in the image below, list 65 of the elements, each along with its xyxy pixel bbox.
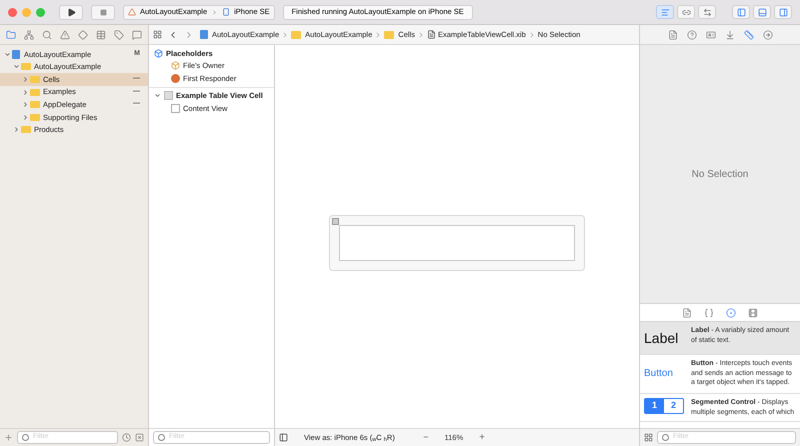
folder-icon (384, 30, 394, 38)
app-icon (128, 8, 136, 16)
panel-toggle-button[interactable] (774, 5, 792, 19)
label-preview: Label (644, 329, 680, 348)
no-selection-text: No Selection (692, 168, 748, 182)
editor-mode-button[interactable] (656, 5, 674, 19)
cube-icon (171, 61, 180, 70)
panel-toggle-button[interactable] (753, 5, 771, 19)
panel-toggle-button[interactable] (732, 5, 750, 19)
stop-icon (100, 8, 106, 16)
stop-button[interactable] (91, 4, 115, 20)
project-icon (12, 50, 20, 59)
diamond-icon[interactable] (78, 30, 88, 40)
tag-icon[interactable] (114, 30, 124, 40)
cell-icon (164, 91, 173, 100)
close-button[interactable] (8, 8, 17, 16)
recent-icon[interactable] (122, 433, 131, 442)
editor-mode-button[interactable] (677, 5, 695, 19)
help-icon[interactable] (686, 30, 696, 40)
folder-icon (291, 30, 302, 38)
project-icon (200, 30, 208, 39)
filter-icon (662, 434, 669, 441)
speech-bubble-icon[interactable] (132, 30, 142, 40)
grid-icon[interactable] (153, 30, 162, 39)
play-icon (66, 8, 76, 16)
table-cell-drawing[interactable] (329, 214, 585, 270)
panel-icon (778, 8, 788, 16)
braces-icon[interactable] (704, 308, 714, 318)
device-icon (222, 8, 230, 16)
table-icon[interactable] (96, 30, 106, 40)
filter-icon (158, 434, 165, 441)
arrows-icon (702, 8, 712, 16)
id-card-icon[interactable] (706, 30, 716, 40)
grid-icon[interactable] (644, 433, 653, 442)
film-icon[interactable] (748, 308, 758, 318)
segment-label: 1 (645, 399, 664, 413)
sidebar-icon[interactable] (279, 433, 288, 442)
view-icon (171, 104, 180, 113)
panel-icon (736, 8, 746, 16)
panel-icon (758, 8, 766, 16)
folder-icon[interactable] (6, 30, 16, 40)
file-icon[interactable] (682, 308, 692, 318)
responder-icon (171, 74, 180, 83)
warning-icon[interactable] (60, 30, 70, 40)
add-icon[interactable] (4, 433, 13, 442)
cube-icon (154, 48, 163, 58)
download-arrow-icon[interactable] (724, 30, 734, 40)
zoom-out-button[interactable]: − (423, 430, 429, 444)
arrow-circle-icon[interactable] (762, 30, 772, 40)
filter-icon (22, 434, 29, 441)
file-icon[interactable] (668, 30, 678, 40)
button-preview: Button (644, 367, 674, 381)
ruler-icon[interactable] (744, 30, 754, 40)
separator-icon (211, 8, 218, 16)
scm-filter-icon[interactable] (135, 433, 144, 442)
lines-icon (660, 8, 670, 16)
editor-mode-button[interactable] (698, 5, 716, 19)
target-icon[interactable] (726, 308, 736, 318)
run-button[interactable] (59, 4, 83, 20)
hierarchy-icon[interactable] (24, 30, 34, 40)
segment-label: 2 (670, 399, 677, 412)
disclosure-icon[interactable] (154, 92, 161, 100)
file-icon (426, 30, 436, 39)
zoom-in-button[interactable]: + (479, 430, 485, 445)
search-icon[interactable] (42, 30, 52, 40)
